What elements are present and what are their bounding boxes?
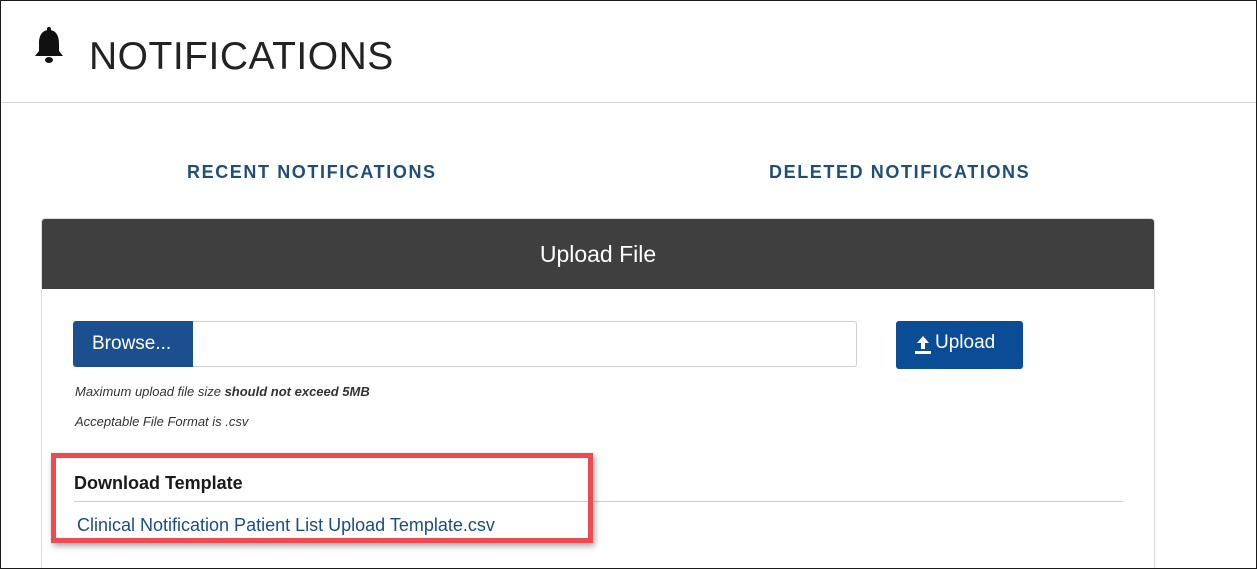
file-format-hint: Acceptable File Format is .csv	[75, 414, 249, 429]
browse-button[interactable]: Browse...	[73, 321, 193, 367]
tab-deleted-notifications[interactable]: DELETED NOTIFICATIONS	[769, 163, 1030, 181]
panel-title: Upload File	[539, 241, 657, 267]
max-size-hint-text: Maximum upload file size	[75, 384, 225, 399]
upload-button[interactable]: Upload	[896, 321, 1023, 369]
bell-icon	[35, 27, 63, 63]
page-header: NOTIFICATIONS	[1, 1, 1256, 103]
upload-icon	[915, 336, 931, 354]
max-size-hint: Maximum upload file size should not exce…	[75, 385, 370, 398]
notifications-page: NOTIFICATIONS RECENT NOTIFICATIONS DELET…	[0, 0, 1257, 569]
page-title: NOTIFICATIONS	[89, 35, 394, 78]
max-size-hint-emphasis: should not exceed 5MB	[224, 384, 370, 399]
upload-button-label: Upload	[935, 332, 996, 353]
panel-header: Upload File	[42, 219, 1154, 289]
tab-recent-notifications[interactable]: RECENT NOTIFICATIONS	[187, 163, 437, 181]
file-path-input[interactable]	[193, 321, 857, 367]
highlight-annotation-box	[51, 453, 593, 543]
